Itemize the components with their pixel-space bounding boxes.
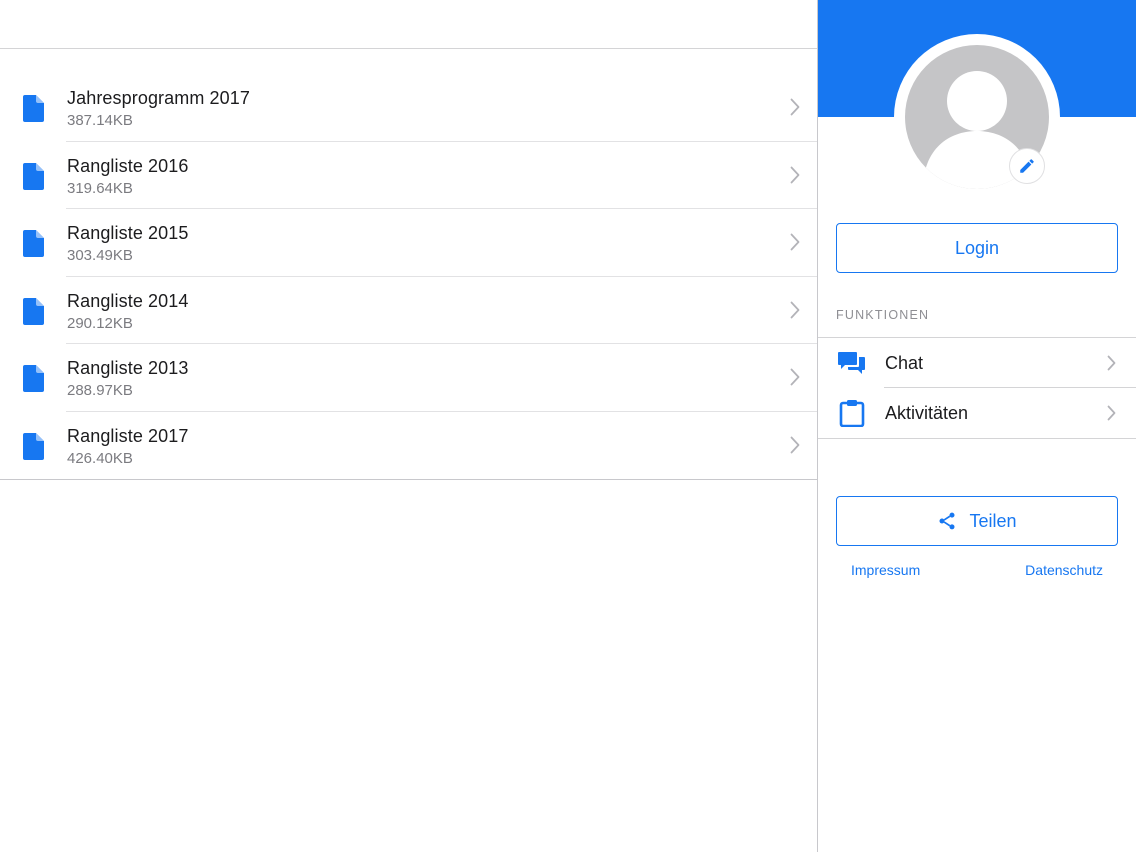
document-icon xyxy=(23,230,44,257)
share-icon xyxy=(939,512,955,530)
file-size: 426.40KB xyxy=(67,449,133,467)
functions-list: Chat Aktivitäten xyxy=(818,337,1136,439)
file-name: Rangliste 2013 xyxy=(67,358,189,378)
menu-item-aktivitaeten[interactable]: Aktivitäten xyxy=(818,388,1136,438)
file-size: 290.12KB xyxy=(67,314,133,332)
file-size: 303.49KB xyxy=(67,247,133,264)
document-icon xyxy=(23,162,44,190)
login-button[interactable]: Login xyxy=(836,223,1118,273)
footer-links: Impressum Datenschutz xyxy=(818,562,1136,582)
file-row[interactable]: Jahresprogramm 2017 387.14KB xyxy=(0,74,818,142)
share-button[interactable]: Teilen xyxy=(836,496,1118,546)
chevron-right-icon xyxy=(790,436,800,453)
impressum-link[interactable]: Impressum xyxy=(851,562,920,578)
document-icon xyxy=(23,365,44,392)
file-name: Rangliste 2014 xyxy=(67,290,189,311)
app-window: Jahresprogramm 2017 387.14KB Rangliste 2… xyxy=(0,0,1136,852)
document-icon xyxy=(23,432,44,460)
file-row[interactable]: Rangliste 2014 290.12KB xyxy=(0,277,818,344)
file-name: Jahresprogramm 2017 xyxy=(67,88,250,108)
edit-avatar-button[interactable] xyxy=(1009,148,1045,184)
file-name: Rangliste 2015 xyxy=(67,223,189,243)
chevron-right-icon xyxy=(790,98,800,116)
profile-sidebar: Login FUNKTIONEN Chat Aktivitäten Teilen… xyxy=(818,0,1136,852)
section-header-funktionen: FUNKTIONEN xyxy=(836,308,930,322)
chat-icon xyxy=(838,352,865,374)
file-list: Jahresprogramm 2017 387.14KB Rangliste 2… xyxy=(0,74,818,480)
file-row[interactable]: Rangliste 2016 319.64KB xyxy=(0,142,818,209)
file-size: 288.97KB xyxy=(67,382,133,399)
datenschutz-link[interactable]: Datenschutz xyxy=(1025,562,1103,578)
chevron-right-icon xyxy=(790,233,800,251)
chevron-right-icon xyxy=(790,368,800,386)
file-name: Rangliste 2016 xyxy=(67,155,189,176)
file-name: Rangliste 2017 xyxy=(67,425,189,446)
file-size: 387.14KB xyxy=(67,112,133,129)
menu-item-label: Chat xyxy=(885,353,924,373)
share-button-label: Teilen xyxy=(969,510,1017,531)
file-row[interactable]: Rangliste 2017 426.40KB xyxy=(0,412,818,480)
document-icon xyxy=(23,297,44,325)
file-size: 319.64KB xyxy=(67,179,133,197)
pencil-icon xyxy=(1020,159,1034,173)
chevron-right-icon xyxy=(790,301,800,318)
file-row[interactable]: Rangliste 2015 303.49KB xyxy=(0,209,818,277)
document-pane: Jahresprogramm 2017 387.14KB Rangliste 2… xyxy=(0,0,818,852)
file-row[interactable]: Rangliste 2013 288.97KB xyxy=(0,344,818,412)
chevron-right-icon xyxy=(1107,355,1116,371)
document-icon xyxy=(23,95,44,122)
chevron-right-icon xyxy=(1107,405,1116,421)
clipboard-icon xyxy=(839,400,865,427)
menu-item-chat[interactable]: Chat xyxy=(818,338,1136,388)
nav-bar xyxy=(0,0,818,49)
menu-item-label: Aktivitäten xyxy=(885,403,969,423)
chevron-right-icon xyxy=(790,166,800,183)
